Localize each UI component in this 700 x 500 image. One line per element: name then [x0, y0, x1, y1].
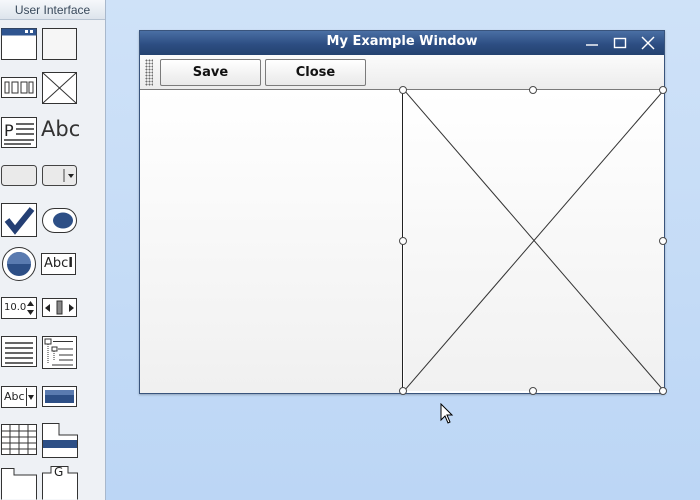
panel-widget-icon[interactable]	[42, 28, 78, 61]
label-widget-icon[interactable]: Abc	[41, 117, 80, 141]
svg-text:P: P	[4, 121, 14, 140]
resize-handle-bottom-left[interactable]	[399, 387, 407, 395]
example-window[interactable]: My Example Window Save Close	[139, 30, 665, 394]
button-widget-icon[interactable]	[1, 165, 38, 187]
tree-widget-icon[interactable]	[42, 336, 78, 370]
radio-widget-icon[interactable]	[1, 246, 38, 282]
label-widget-text: Abc	[41, 117, 81, 141]
left-pane[interactable]	[140, 90, 403, 393]
combobox-widget-icon[interactable]: Abc	[1, 386, 37, 408]
save-button[interactable]: Save	[160, 59, 261, 86]
split-button-widget-icon[interactable]	[42, 165, 78, 187]
tab-panel-widget-icon[interactable]	[42, 423, 78, 458]
text-field-widget-icon[interactable]: AbcI	[41, 253, 76, 275]
resize-handle-top-right[interactable]	[659, 86, 667, 94]
resize-handle-bottom-right[interactable]	[659, 387, 667, 395]
mouse-cursor-icon	[440, 402, 454, 430]
paragraph-widget-icon[interactable]: P	[1, 117, 38, 149]
image-placeholder-cross-icon	[404, 90, 664, 391]
maximize-icon[interactable]	[610, 34, 630, 52]
resize-handle-top-left[interactable]	[399, 86, 407, 94]
resize-handle-top[interactable]	[529, 86, 537, 94]
window-titlebar[interactable]: My Example Window	[140, 31, 664, 55]
minimize-icon[interactable]	[582, 34, 602, 52]
checkbox-widget-icon[interactable]	[1, 203, 38, 238]
close-icon[interactable]	[638, 34, 658, 52]
combobox-widget-text: Abc	[4, 390, 25, 403]
toggle-widget-icon[interactable]	[42, 208, 78, 233]
group-widget-text: G	[54, 465, 64, 479]
resize-handle-right[interactable]	[659, 237, 667, 245]
group-widget-icon[interactable]: G	[42, 465, 78, 500]
widget-palette: User Interface P Abc AbcI 10.0 Abc G	[0, 0, 106, 500]
window-widget-icon[interactable]	[1, 28, 38, 61]
slider-widget-icon[interactable]	[42, 298, 78, 318]
window-toolbar: Save Close	[140, 55, 664, 90]
resize-handle-left[interactable]	[399, 237, 407, 245]
numeric-stepper-widget-icon[interactable]: 10.0	[1, 297, 37, 319]
close-button[interactable]: Close	[265, 59, 366, 86]
button-bar-widget-icon[interactable]	[1, 77, 38, 99]
list-widget-icon[interactable]	[1, 336, 38, 368]
image-placeholder[interactable]	[404, 90, 664, 391]
toolbar-grip-handle[interactable]	[145, 59, 153, 86]
text-field-widget-text: Abc	[44, 256, 69, 271]
image-placeholder-widget-icon[interactable]	[42, 72, 78, 105]
numeric-stepper-value: 10.0	[4, 302, 27, 313]
progress-bar-widget-icon[interactable]	[42, 386, 78, 408]
table-widget-icon[interactable]	[1, 424, 38, 456]
window-controls	[582, 34, 658, 52]
folder-widget-icon[interactable]	[1, 468, 38, 500]
resize-handle-bottom[interactable]	[529, 387, 537, 395]
palette-header: User Interface	[0, 0, 105, 20]
